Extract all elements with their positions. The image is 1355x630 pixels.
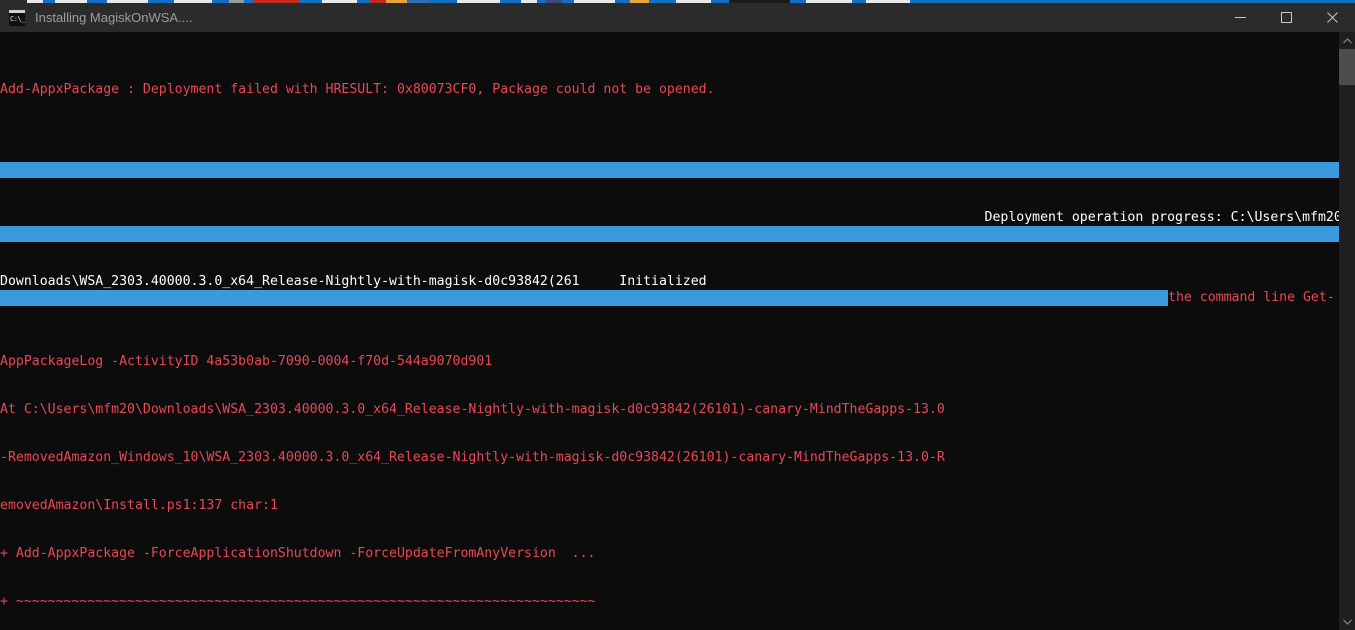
minimize-icon (1234, 17, 1246, 18)
scroll-up-button[interactable] (1339, 32, 1355, 49)
console-icon: C:\_ (9, 9, 25, 26)
terminal-text: Add-AppxPackage : Deployment failed with… (0, 32, 1350, 630)
scrollbar-track[interactable] (1339, 49, 1355, 613)
chevron-up-icon (1342, 37, 1352, 43)
terminal-line: At C:\Users\mfm20\Downloads\WSA_2303.400… (0, 402, 945, 417)
close-icon (1326, 12, 1338, 23)
deployment-progress-row-2: Downloads\WSA_2303.40000.3.0_x64_Release… (0, 226, 1339, 289)
scrollbar-thumb[interactable] (1339, 49, 1355, 85)
deployment-progress-row-1: Deployment operation progress: C:\Users\… (0, 162, 1350, 225)
chevron-down-icon (1342, 619, 1352, 625)
window-title: Installing MagiskOnWSA.... (35, 10, 193, 25)
deployment-progress-text: Deployment operation progress: C:\Users\… (0, 210, 1350, 225)
console-output-area[interactable]: Add-AppxPackage : Deployment failed with… (0, 32, 1355, 630)
title-bar-left: C:\_ Installing MagiskOnWSA.... (0, 9, 1217, 26)
minimize-button[interactable] (1217, 3, 1263, 32)
terminal-line: + ~~~~~~~~~~~~~~~~~~~~~~~~~~~~~~~~~~~~~~… (0, 594, 596, 609)
command-line-overflow-text: the command line Get- (1168, 290, 1335, 306)
terminal-line: -RemovedAmazon_Windows_10\WSA_2303.40000… (0, 450, 945, 465)
close-button[interactable] (1309, 3, 1355, 32)
terminal-line: + Add-AppxPackage -ForceApplicationShutd… (0, 546, 596, 561)
title-bar[interactable]: C:\_ Installing MagiskOnWSA.... (0, 3, 1355, 32)
maximize-icon (1280, 12, 1292, 23)
powershell-console-window: C:\_ Installing MagiskOnWSA.... Add-Appx… (0, 3, 1355, 630)
vertical-scrollbar[interactable] (1339, 32, 1355, 630)
deployment-progress-row-3: the command line Get- (0, 290, 1339, 306)
terminal-line: AppPackageLog -ActivityID 4a53b0ab-7090-… (0, 354, 493, 369)
terminal-line: Add-AppxPackage : Deployment failed with… (0, 82, 715, 97)
deployment-progress-package: Downloads\WSA_2303.40000.3.0_x64_Release… (0, 274, 707, 289)
terminal-line: emovedAmazon\Install.ps1:137 char:1 (0, 498, 278, 513)
window-controls (1217, 3, 1355, 32)
scroll-down-button[interactable] (1339, 613, 1355, 630)
maximize-button[interactable] (1263, 3, 1309, 32)
